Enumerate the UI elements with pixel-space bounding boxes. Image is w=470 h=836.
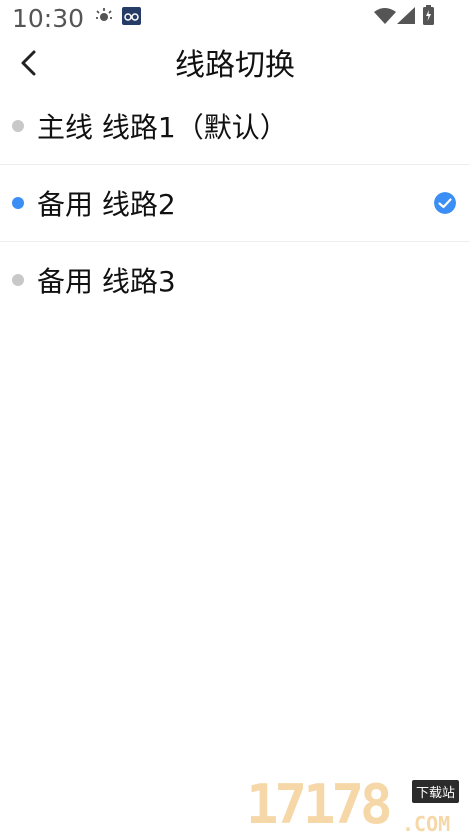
route-label: 备用 线路3: [37, 265, 176, 298]
route-list: 主线 线路1（默认） 备用 线路2 备用 线路3: [0, 88, 470, 318]
route-item-3[interactable]: 备用 线路3: [0, 242, 470, 318]
route-indicator-dot: [12, 120, 24, 132]
route-label: 主线 线路1（默认）: [37, 111, 288, 144]
status-time: 10:30: [12, 4, 85, 33]
route-indicator-dot: [12, 197, 24, 209]
app-notification-icon: [122, 7, 141, 25]
status-bar: 10:30: [0, 0, 470, 38]
check-icon: [434, 192, 456, 214]
cellular-signal-icon: [397, 7, 415, 24]
page-title: 线路切换: [175, 48, 295, 83]
route-item-1[interactable]: 主线 线路1（默认）: [0, 88, 470, 165]
route-label: 备用 线路2: [37, 188, 176, 221]
brightness-icon: [96, 8, 112, 21]
watermark-badge: 下载站: [412, 780, 460, 803]
route-item-2[interactable]: 备用 线路2: [0, 165, 470, 242]
header: 线路切换: [0, 38, 470, 86]
route-indicator-dot: [12, 274, 24, 286]
watermark-logo: 17178 下载站 .COM: [246, 774, 470, 836]
wifi-icon: [374, 8, 396, 24]
battery-icon: [423, 5, 434, 25]
watermark-suffix: .COM: [402, 812, 451, 836]
watermark-number: 17178: [246, 773, 393, 836]
